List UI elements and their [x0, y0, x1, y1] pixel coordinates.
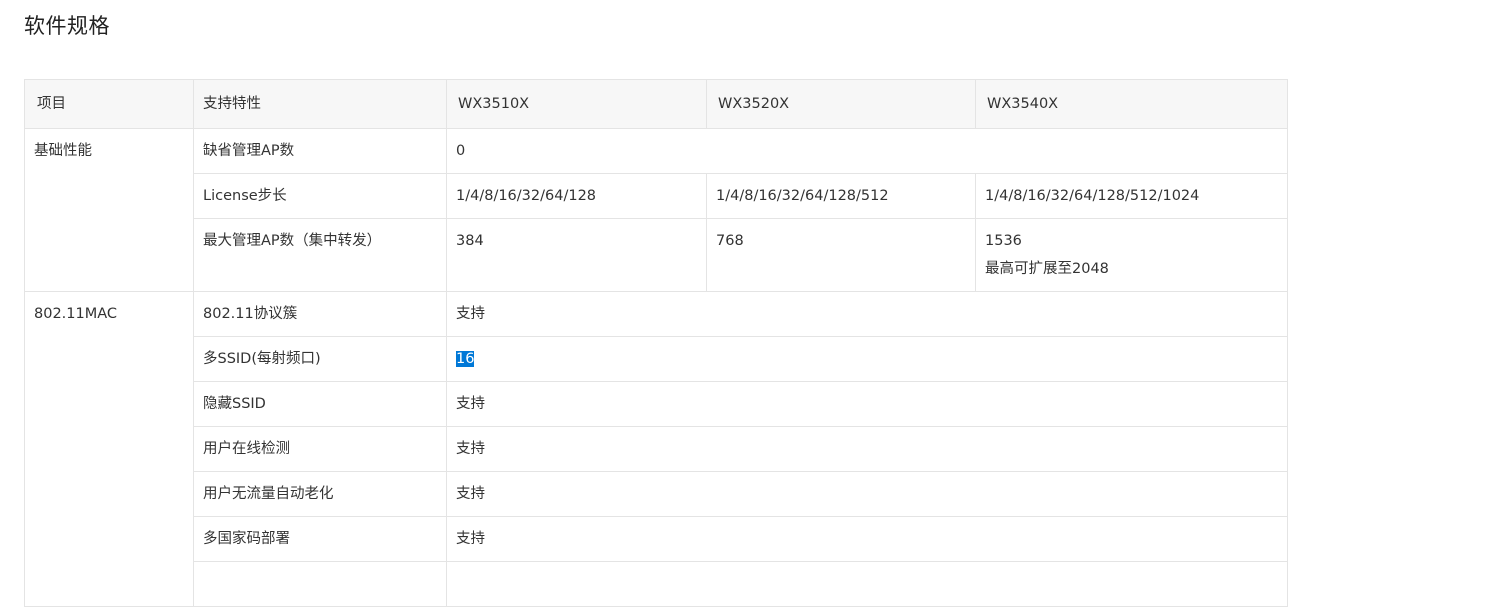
value-cell: 支持 [446, 291, 1288, 337]
table-row: 基础性能 缺省管理AP数 0 [24, 128, 1288, 292]
value-cell: 支持 [446, 426, 1288, 472]
software-spec-table: 项目 支持特性 WX3510X WX3520X WX3540X 基础性能 缺省管… [24, 79, 1288, 607]
value-extra-line: 最高可扩展至2048 [985, 261, 1109, 277]
value-cell: 1/4/8/16/32/64/128/512 [706, 173, 976, 219]
table-header-row: 项目 支持特性 WX3510X WX3520X WX3540X [24, 79, 1288, 129]
feature-cell: 最大管理AP数（集中转发） [193, 218, 447, 292]
value-cell-empty [446, 561, 1288, 607]
table-row: License步长 1/4/8/16/32/64/128 1/4/8/16/32… [25, 173, 1288, 219]
table-row-partial [25, 561, 1288, 607]
column-header-model-1: WX3510X [446, 79, 707, 129]
feature-cell: 用户无流量自动老化 [193, 471, 447, 517]
value-cell: 16 [446, 336, 1288, 382]
value-line: 1536 [985, 233, 1022, 249]
table-row: 802.11MAC 802.11协议簇 支持 [24, 291, 1288, 607]
feature-cell: 多SSID(每射频口) [193, 336, 447, 382]
feature-cell-empty [193, 561, 447, 607]
selected-text-highlight[interactable]: 16 [456, 351, 475, 367]
column-header-model-2: WX3520X [706, 79, 976, 129]
value-cell: 1536 最高可扩展至2048 [975, 218, 1288, 292]
page-title: 软件规格 [24, 14, 110, 38]
feature-cell: 用户在线检测 [193, 426, 447, 472]
table-row: 最大管理AP数（集中转发） 384 768 1536 最高可扩展至2048 [25, 218, 1288, 292]
feature-cell: 802.11协议簇 [193, 291, 447, 337]
table-row: 隐藏SSID 支持 [25, 381, 1288, 427]
value-cell: 0 [446, 128, 1288, 174]
feature-cell: 多国家码部署 [193, 516, 447, 562]
value-cell: 384 [446, 218, 707, 292]
feature-cell: 缺省管理AP数 [193, 128, 447, 174]
category-cell-mac: 802.11MAC [24, 291, 194, 607]
column-header-model-3: WX3540X [975, 79, 1288, 129]
value-cell: 768 [706, 218, 976, 292]
value-cell: 支持 [446, 516, 1288, 562]
value-cell: 1/4/8/16/32/64/128 [446, 173, 707, 219]
table-row: 用户在线检测 支持 [25, 426, 1288, 472]
value-cell: 支持 [446, 471, 1288, 517]
feature-cell: 隐藏SSID [193, 381, 447, 427]
category-cell-basic: 基础性能 [24, 128, 194, 292]
value-cell: 支持 [446, 381, 1288, 427]
column-header-item: 项目 [24, 79, 194, 129]
table-row: 多国家码部署 支持 [25, 516, 1288, 562]
table-row: 多SSID(每射频口) 16 [25, 336, 1288, 382]
column-header-feature: 支持特性 [193, 79, 447, 129]
value-cell: 1/4/8/16/32/64/128/512/1024 [975, 173, 1288, 219]
feature-cell: License步长 [193, 173, 447, 219]
table-row: 用户无流量自动老化 支持 [25, 471, 1288, 517]
